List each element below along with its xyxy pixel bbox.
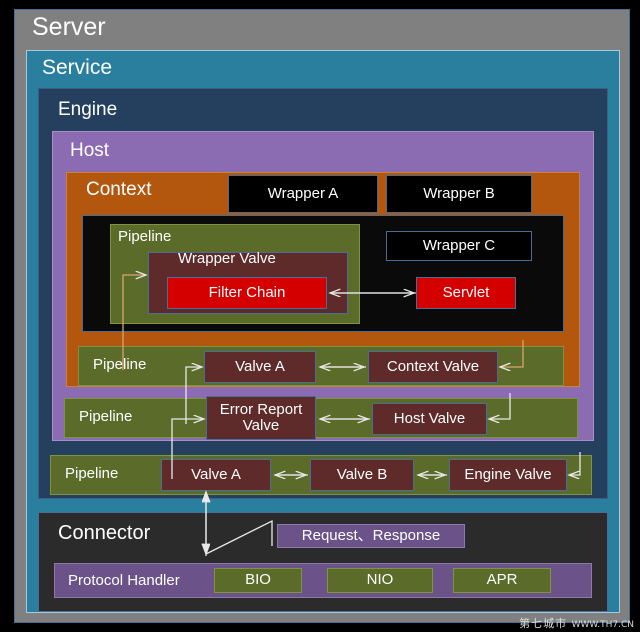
context-valve-block[interactable]: Context Valve [368, 351, 498, 383]
protocol-nio-block[interactable]: NIO [327, 568, 433, 593]
context-label: Context [86, 179, 152, 200]
connector-label: Connector [58, 522, 151, 544]
wrapper-a-block[interactable]: Wrapper A [228, 175, 378, 213]
protocol-bio-block[interactable]: BIO [214, 568, 302, 593]
wrapper-pipeline-label: Pipeline [118, 228, 172, 245]
watermark: 第七城市 WWW.TH7.CN [519, 615, 634, 631]
wrapper-b-block[interactable]: Wrapper B [386, 175, 532, 213]
host-pipeline-row: Pipeline [64, 398, 578, 438]
engine-valve-block[interactable]: Engine Valve [449, 459, 567, 491]
servlet-block[interactable]: Servlet [416, 277, 516, 309]
watermark-url: WWW.TH7.CN [571, 620, 634, 630]
tomcat-architecture-diagram: Server Service Engine Host Context Wrapp… [0, 0, 640, 632]
error-report-valve-block[interactable]: Error Report Valve [206, 396, 316, 440]
service-label: Service [42, 56, 113, 79]
host-pipeline-label: Pipeline [79, 408, 133, 425]
context-pipeline-label: Pipeline [93, 356, 147, 373]
protocol-handler-label: Protocol Handler [68, 572, 180, 589]
engine-label: Engine [58, 99, 118, 120]
engine-valve-b-block[interactable]: Valve B [310, 459, 414, 491]
filter-chain-block[interactable]: Filter Chain [167, 277, 327, 309]
protocol-apr-block[interactable]: APR [453, 568, 551, 593]
watermark-site: 第七城市 [519, 617, 568, 630]
server-label: Server [32, 13, 106, 41]
context-valve-a-block[interactable]: Valve A [204, 351, 316, 383]
request-response-block[interactable]: Request、Response [277, 524, 465, 548]
host-valve-block[interactable]: Host Valve [372, 403, 487, 435]
engine-pipeline-label: Pipeline [65, 465, 119, 482]
wrapper-valve-label: Wrapper Valve [178, 250, 276, 267]
host-label: Host [70, 140, 110, 161]
wrapper-c-block[interactable]: Wrapper C [386, 231, 532, 261]
engine-valve-a-block[interactable]: Valve A [161, 459, 271, 491]
